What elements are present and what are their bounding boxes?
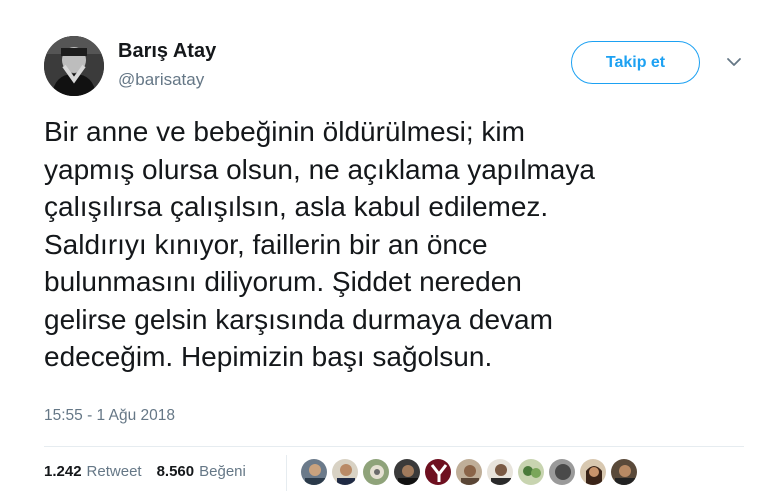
stats-separator bbox=[286, 455, 287, 491]
liker-avatar[interactable] bbox=[486, 458, 514, 486]
liker-avatar[interactable] bbox=[393, 458, 421, 486]
follow-button[interactable]: Takip et bbox=[571, 41, 700, 84]
liker-avatar[interactable] bbox=[331, 458, 359, 486]
follow-button-label: Takip et bbox=[605, 53, 666, 71]
stats-top-divider bbox=[44, 446, 744, 447]
like-count: 8.560 bbox=[156, 463, 195, 480]
avatar-photo bbox=[44, 36, 104, 96]
like-stat[interactable]: 8.560 Beğeni bbox=[157, 463, 246, 480]
retweet-stat[interactable]: 1.242 Retweet bbox=[44, 463, 142, 480]
retweet-count: 1.242 bbox=[44, 463, 82, 480]
liker-avatar[interactable] bbox=[424, 458, 452, 486]
author-avatar[interactable] bbox=[44, 36, 104, 96]
retweet-label: Retweet bbox=[86, 463, 142, 480]
likers-avatars bbox=[300, 458, 641, 486]
author-name[interactable]: Barış Atay bbox=[118, 40, 216, 63]
liker-avatar[interactable] bbox=[455, 458, 483, 486]
engagement-stats: 1.242 Retweet 8.560 Beğeni bbox=[44, 463, 246, 480]
tweet-text: Bir anne ve bebeğinin öldürülmesi; kim y… bbox=[44, 116, 595, 372]
chevron-down-icon bbox=[727, 58, 741, 66]
liker-avatar[interactable] bbox=[579, 458, 607, 486]
liker-avatar[interactable] bbox=[548, 458, 576, 486]
author-handle[interactable]: @barisatay bbox=[118, 70, 204, 90]
tweet-timestamp[interactable]: 15:55 - 1 Ağu 2018 bbox=[44, 407, 175, 425]
tweet-menu-button[interactable] bbox=[722, 55, 746, 71]
liker-avatar[interactable] bbox=[300, 458, 328, 486]
like-label: Beğeni bbox=[199, 463, 246, 480]
liker-avatar[interactable] bbox=[517, 458, 545, 486]
liker-avatar[interactable] bbox=[610, 458, 638, 486]
liker-avatar[interactable] bbox=[362, 458, 390, 486]
